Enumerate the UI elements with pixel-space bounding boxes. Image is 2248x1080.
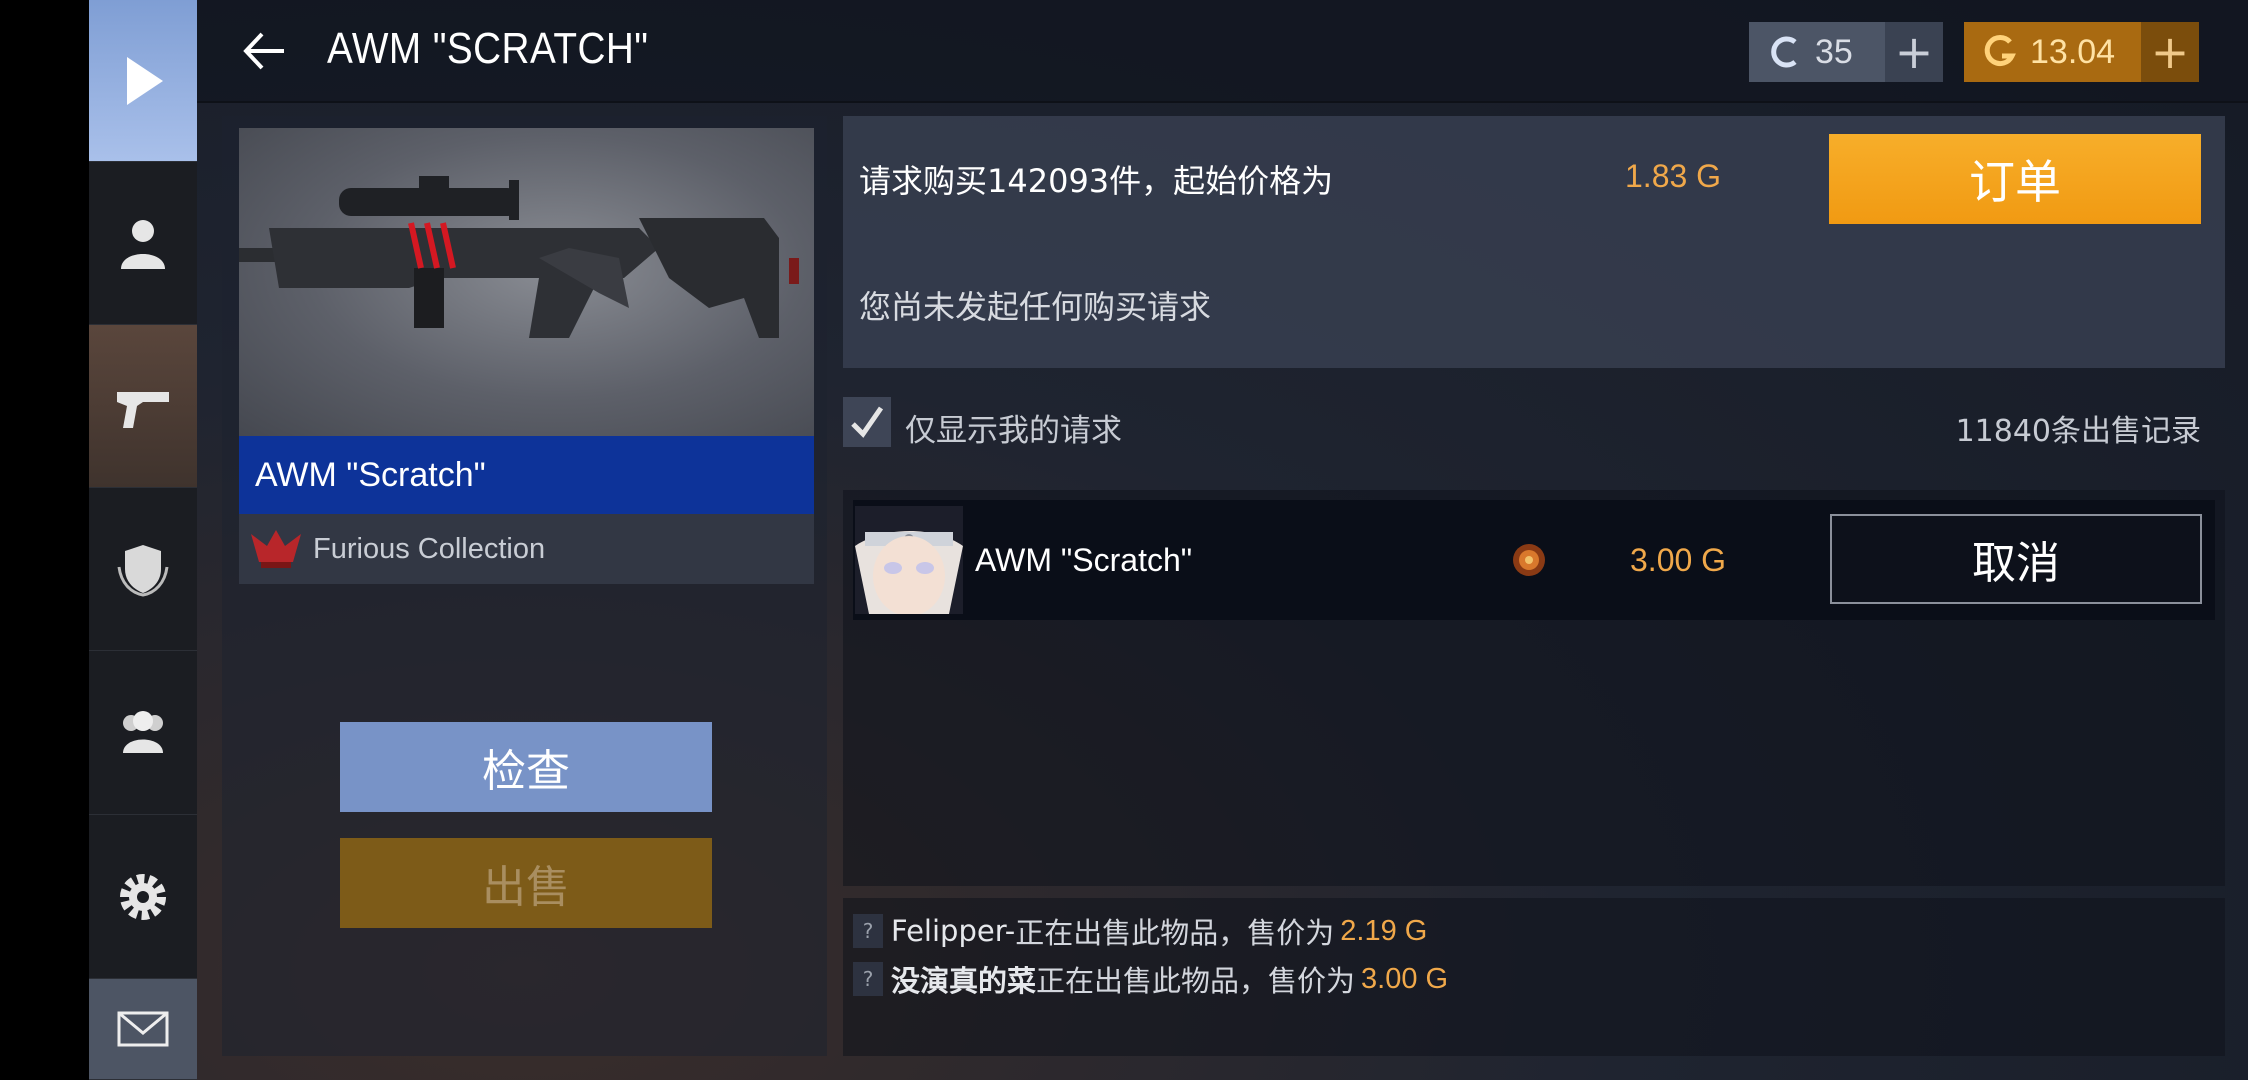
activity-text: 正在出售此物品，售价为 <box>1036 964 1356 998</box>
sales-activity: ? Felipper- 正在出售此物品，售价为 2.19 G ? 没演真的菜 正… <box>843 898 2225 1056</box>
filter-row: 仅显示我的请求 11840条出售记录 <box>843 395 2225 455</box>
order-button[interactable]: 订单 <box>1829 134 2201 224</box>
sidebar-item-friends[interactable] <box>89 651 197 815</box>
gold-value: 13.04 <box>2030 32 2116 71</box>
sniper-rifle-image <box>239 176 799 338</box>
pistol-icon <box>117 392 169 428</box>
profile-icon <box>121 220 165 269</box>
sale-records-count: 11840条出售记录 <box>1955 414 2201 449</box>
sidebar-item-rank[interactable] <box>89 488 197 651</box>
rank-shield-icon <box>117 545 169 597</box>
start-price: 1.83 G <box>1625 158 1722 194</box>
no-requests-message: 您尚未发起任何购买请求 <box>859 288 1212 326</box>
sidebar-item-mail[interactable] <box>89 979 197 1080</box>
sidebar-item-profile[interactable] <box>89 162 197 325</box>
furious-collection-emblem-icon <box>251 530 301 568</box>
inspect-button[interactable]: 检查 <box>340 722 712 812</box>
player-badge-icon <box>1513 544 1545 576</box>
play-icon <box>127 56 163 105</box>
sidebar <box>89 0 197 1080</box>
credits-balance[interactable]: 35 + <box>1749 22 1943 82</box>
sidebar-item-settings[interactable] <box>89 815 197 979</box>
collection-info: Furious Collection <box>239 514 814 584</box>
sell-button[interactable]: 出售 <box>340 838 712 928</box>
help-icon[interactable]: ? <box>853 914 883 948</box>
show-my-requests-checkbox[interactable] <box>843 397 891 447</box>
collection-name: Furious Collection <box>313 532 546 565</box>
cancel-button[interactable]: 取消 <box>1830 514 2202 604</box>
listing-item-name: AWM "Scratch" <box>975 542 1193 578</box>
gold-icon <box>1984 35 2016 67</box>
activity-line: ? Felipper- 正在出售此物品，售价为 2.19 G <box>853 910 1427 952</box>
buy-request-text: 请求购买142093件，起始价格为 <box>859 162 1334 200</box>
seller-name: Felipper- <box>891 914 1016 948</box>
gold-balance[interactable]: 13.04 + <box>1964 22 2199 82</box>
activity-price: 2.19 G <box>1340 914 1428 947</box>
activity-line: ? 没演真的菜 正在出售此物品，售价为 3.00 G <box>853 958 1448 1000</box>
page-title: AWM "SCRATCH" <box>327 24 649 73</box>
item-panel: AWM "Scratch" Furious Collection 检查 出售 <box>222 116 827 1056</box>
listings-list: AWM "Scratch" 3.00 G 取消 <box>843 490 2225 886</box>
activity-text: 正在出售此物品，售价为 <box>1015 916 1335 950</box>
seller-name: 没演真的菜 <box>891 964 1037 998</box>
activity-price: 3.00 G <box>1361 962 1449 995</box>
header: AWM "SCRATCH" 35 + 13.04 + <box>197 0 2248 103</box>
credits-icon <box>1771 36 1797 68</box>
back-arrow-icon[interactable] <box>240 28 290 74</box>
play-button[interactable] <box>89 0 197 162</box>
gear-icon <box>120 873 166 920</box>
sidebar-item-weapons[interactable] <box>89 325 197 488</box>
item-name: AWM "Scratch" <box>239 436 814 514</box>
buy-order-panel: 请求购买142093件，起始价格为 1.83 G 订单 您尚未发起任何购买请求 <box>843 116 2225 368</box>
show-my-requests-label[interactable]: 仅显示我的请求 <box>905 405 1122 450</box>
credits-value: 35 <box>1815 32 1853 71</box>
add-gold-button[interactable]: + <box>2141 22 2199 82</box>
anime-avatar-image <box>855 506 963 614</box>
mail-icon <box>117 1011 169 1047</box>
friends-icon <box>123 710 163 753</box>
avatar <box>855 506 963 614</box>
listing-price: 3.00 G <box>1630 542 1727 578</box>
list-item: AWM "Scratch" 3.00 G 取消 <box>853 500 2215 620</box>
checkmark-icon <box>851 406 884 438</box>
help-icon[interactable]: ? <box>853 962 883 996</box>
item-image <box>239 128 814 436</box>
add-credits-button[interactable]: + <box>1885 22 1943 82</box>
